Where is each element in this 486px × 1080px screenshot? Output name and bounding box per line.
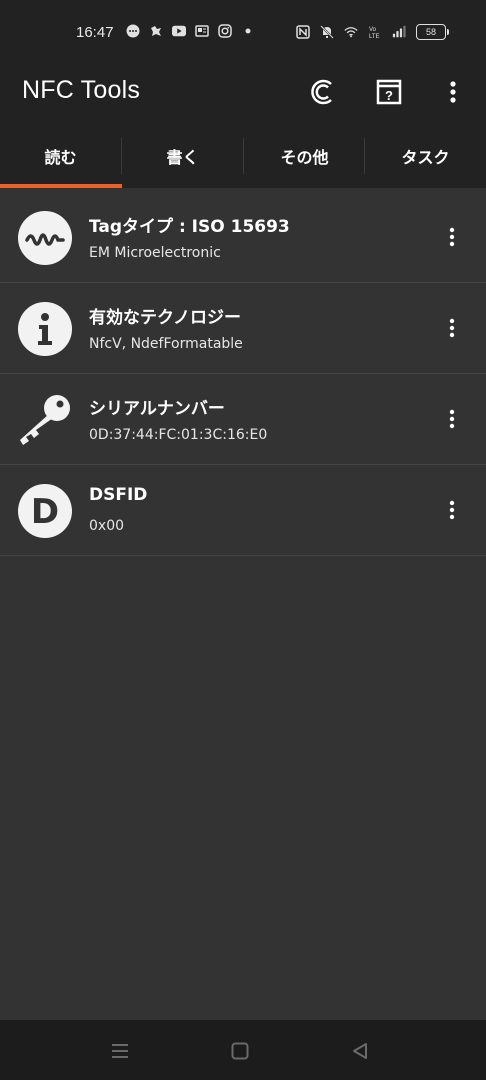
item-more-icon[interactable] bbox=[440, 404, 464, 434]
wifi-icon bbox=[344, 25, 358, 39]
coin-icon[interactable] bbox=[307, 76, 339, 108]
back-icon[interactable] bbox=[347, 1038, 373, 1064]
youtube-icon bbox=[172, 24, 186, 38]
item-subtitle: 0x00 bbox=[89, 518, 125, 534]
svg-text:Vo: Vo bbox=[369, 27, 377, 33]
svg-text:D: D bbox=[31, 492, 59, 532]
info-icon bbox=[17, 301, 73, 357]
svg-text:?: ? bbox=[385, 88, 393, 103]
tab-tasks[interactable]: タスク bbox=[365, 124, 486, 188]
messenger-icon bbox=[126, 24, 140, 38]
battery-icon: 58 bbox=[416, 24, 449, 40]
item-title: シリアルナンバー bbox=[89, 399, 225, 419]
status-time: 16:47 bbox=[76, 24, 114, 41]
key-icon bbox=[17, 392, 73, 448]
instagram-icon bbox=[218, 24, 232, 38]
app-bar: NFC Tools ? bbox=[0, 62, 486, 124]
status-bar: 16:47 Vo LTE 58 bbox=[0, 0, 486, 62]
item-more-icon[interactable] bbox=[440, 222, 464, 252]
list-item-dsfid[interactable]: D DSFID 0x00 bbox=[0, 465, 486, 556]
menu-icon[interactable] bbox=[107, 1038, 133, 1064]
bird-icon bbox=[149, 24, 163, 38]
system-nav-bar bbox=[0, 1020, 486, 1080]
mute-icon bbox=[320, 25, 334, 39]
item-title: 有効なテクノロジー bbox=[89, 308, 241, 328]
signal-icon bbox=[392, 25, 406, 39]
home-icon[interactable] bbox=[227, 1038, 253, 1064]
item-subtitle: 0D:37:44:FC:01:3C:16:E0 bbox=[89, 427, 268, 443]
svg-text:LTE: LTE bbox=[369, 34, 380, 39]
help-icon[interactable]: ? bbox=[373, 76, 405, 108]
tab-read[interactable]: 読む bbox=[0, 124, 121, 188]
item-more-icon[interactable] bbox=[440, 495, 464, 525]
item-title: DSFID bbox=[89, 485, 148, 505]
tab-indicator bbox=[0, 184, 122, 188]
tab-other[interactable]: その他 bbox=[244, 124, 365, 188]
tag-info-list: Tagタイプ : ISO 15693 EM Microelectronic 有効… bbox=[0, 192, 486, 556]
tab-write[interactable]: 書く bbox=[122, 124, 243, 188]
news-icon bbox=[195, 24, 209, 38]
nfc-icon bbox=[296, 25, 310, 39]
wave-icon bbox=[17, 210, 73, 266]
d-letter-icon: D bbox=[17, 483, 73, 539]
item-title: Tagタイプ : ISO 15693 bbox=[89, 217, 290, 237]
dot-icon bbox=[241, 24, 255, 38]
item-more-icon[interactable] bbox=[440, 313, 464, 343]
more-vert-icon[interactable] bbox=[437, 76, 469, 108]
list-item-serial-number[interactable]: シリアルナンバー 0D:37:44:FC:01:3C:16:E0 bbox=[0, 374, 486, 465]
app-title: NFC Tools bbox=[22, 76, 141, 104]
list-item-tag-type[interactable]: Tagタイプ : ISO 15693 EM Microelectronic bbox=[0, 192, 486, 283]
item-subtitle: NfcV, NdefFormatable bbox=[89, 336, 243, 352]
volte-icon: Vo LTE bbox=[368, 25, 382, 39]
list-item-technologies[interactable]: 有効なテクノロジー NfcV, NdefFormatable bbox=[0, 283, 486, 374]
item-subtitle: EM Microelectronic bbox=[89, 245, 221, 261]
tab-bar: 読む 書く その他 タスク bbox=[0, 124, 486, 188]
